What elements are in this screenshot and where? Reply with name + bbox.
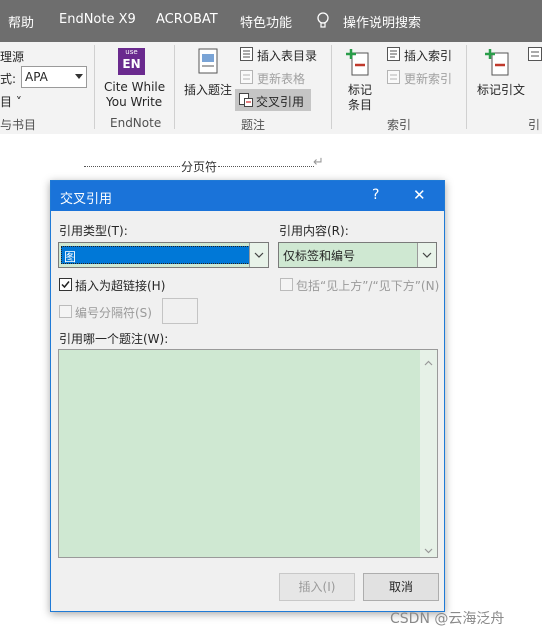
update-table-icon [240,70,253,84]
ribbon-bibliography[interactable]: 目 ˅ [0,93,22,110]
dropdown-arrow-icon[interactable] [417,243,436,267]
cross-ref-button[interactable]: 交叉引用 [235,89,311,111]
group-separator [331,45,332,129]
ribbon-style-label: 式: [0,72,17,86]
tab-help[interactable]: 帮助 [8,12,34,31]
tab-endnote[interactable]: EndNote X9 [59,12,136,27]
group-separator [174,45,175,129]
tab-special-features[interactable]: 特色功能 [240,12,292,31]
include-above-below-checkbox[interactable] [280,278,293,291]
cross-ref-label: 交叉引用 [256,95,305,109]
endnote-icon-text: EN [122,57,141,71]
ref-type-value: 图 [64,250,77,264]
ref-type-selection: 图 [61,246,250,264]
mark-citation-button[interactable]: 标记引文 [477,81,525,98]
update-index-button[interactable]: 更新索引 [404,70,452,87]
group-label-endnote: EndNote [110,116,162,130]
cite-while-label[interactable]: Cite While [104,80,165,94]
dialog-titlebar[interactable]: 交叉引用 ? ✕ [51,181,444,211]
ribbon-manage-sources[interactable]: 理源 [0,48,24,65]
lightbulb-icon [316,12,330,30]
dropdown-arrow-icon [75,74,83,79]
checkbox-checked-icon [61,281,70,289]
update-table-button[interactable]: 更新表格 [257,70,305,87]
page-break-line-right [218,166,314,167]
endnote-icon[interactable]: use EN [118,48,145,75]
group-separator [94,45,95,129]
ref-content-value: 仅标签和编号 [283,249,356,263]
insert-hyperlink-checkbox[interactable] [59,278,72,291]
table-of-authorities-icon [528,47,542,61]
insert-caption-button[interactable]: 插入题注 [184,81,232,98]
watermark: CSDN @云海泛舟 [390,611,505,627]
ref-type-label: 引用类型(T): [59,224,128,238]
caption-list[interactable] [58,349,438,558]
number-separator-label: 编号分隔符(S) [75,306,152,320]
group-label-index: 索引 [387,118,412,132]
group-label-citation: 引 [528,118,541,132]
mark-citation-icon [484,47,514,77]
number-separator-checkbox[interactable] [59,305,72,318]
update-index-icon [387,70,400,84]
insert-index-button[interactable]: 插入索引 [404,47,452,64]
ribbon-tab-bar: 帮助 EndNote X9 ACROBAT 特色功能 操作说明搜索 [0,0,542,42]
cancel-button[interactable]: 取消 [363,573,439,601]
ref-content-select[interactable]: 仅标签和编号 [278,242,437,268]
mark-entry-label-2[interactable]: 条目 [348,96,372,113]
endnote-icon-small-text: use [125,48,138,56]
dialog-title: 交叉引用 [60,192,113,207]
ref-type-select[interactable]: 图 [58,242,269,268]
page-break-line-left [84,166,180,167]
style-select[interactable]: APA [21,66,87,88]
insert-toc-icon [240,47,253,61]
mark-entry-icon [346,47,372,77]
caption-list-scrollbar[interactable] [420,350,437,557]
tab-acrobat[interactable]: ACROBAT [156,12,218,27]
group-label-caption: 题注 [241,118,266,132]
insert-button[interactable]: 插入(I) [279,573,355,601]
scroll-down-icon[interactable] [424,543,433,557]
cross-ref-icon [239,93,253,107]
cross-reference-dialog: 交叉引用 ? ✕ 引用类型(T): 图 引用内容(R): 仅标签和编号 插入为超… [50,180,445,612]
insert-hyperlink-label[interactable]: 插入为超链接(H) [75,277,165,294]
insert-toc-button[interactable]: 插入表目录 [257,47,317,64]
insert-caption-icon [198,48,218,74]
close-button[interactable]: ✕ [413,186,426,204]
which-caption-label: 引用哪一个题注(W): [59,332,169,346]
number-separator-input[interactable] [162,298,198,324]
include-above-below-label: 包括“见上方”/“见下方”(N) [296,279,440,293]
page-break-label: 分页符 [181,160,218,174]
paragraph-mark: ↵ [313,155,324,170]
ref-content-label: 引用内容(R): [279,224,349,238]
group-label-citations: 与书目 [0,118,37,132]
help-button[interactable]: ? [372,187,379,203]
tell-me-search[interactable]: 操作说明搜索 [343,12,421,31]
you-write-label[interactable]: You Write [106,95,162,109]
style-select-value: APA [25,70,48,84]
insert-index-icon [387,47,400,61]
dropdown-arrow-icon[interactable] [249,243,268,267]
scroll-up-icon[interactable] [424,355,433,369]
group-separator [466,45,467,129]
